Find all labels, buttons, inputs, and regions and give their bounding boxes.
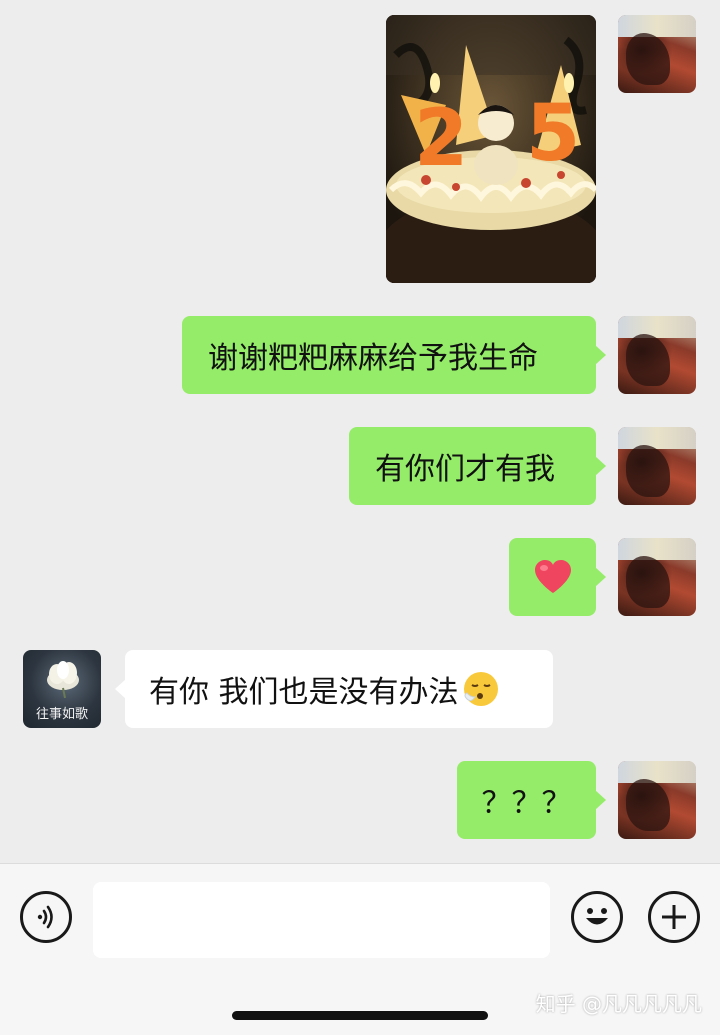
sighing-face-emoji xyxy=(463,672,498,706)
more-button[interactable] xyxy=(648,891,700,943)
birthday-cake-photo: 2 5 xyxy=(386,15,596,283)
emoji-button[interactable] xyxy=(571,891,623,943)
chat-history[interactable]: 2 5 谢谢粑粑麻麻给予我生命 有你们才有我 往事如歌 有你 我们也是没有办法 … xyxy=(0,0,720,863)
message-input[interactable] xyxy=(93,882,550,958)
message-text: 谢谢粑粑麻麻给予我生命 xyxy=(208,341,538,376)
voice-icon xyxy=(37,905,53,929)
input-bar: 知乎 @凡凡凡凡凡 xyxy=(0,863,720,1035)
message-bubble-self[interactable]: 有你们才有我 xyxy=(349,427,606,505)
avatar-caption: 往事如歌 xyxy=(35,707,88,722)
home-indicator[interactable] xyxy=(232,1011,488,1020)
self-avatar[interactable] xyxy=(618,538,696,616)
message-bubble-self[interactable] xyxy=(509,538,606,616)
heart-emoji xyxy=(534,560,571,593)
candle-two: 2 xyxy=(414,94,468,184)
plus-icon xyxy=(662,905,686,929)
candle-five: 5 xyxy=(526,89,580,179)
message-bubble-self[interactable]: ？？？ xyxy=(457,761,606,839)
message-bubble-self[interactable]: 谢谢粑粑麻麻给予我生命 xyxy=(182,316,606,394)
message-text: ？？？ xyxy=(481,786,572,821)
message-text: 有你 我们也是没有办法 xyxy=(149,675,459,710)
self-avatar[interactable] xyxy=(618,316,696,394)
flower-icon xyxy=(47,661,79,698)
message-text: 有你们才有我 xyxy=(375,452,555,487)
self-avatar[interactable] xyxy=(618,427,696,505)
message-image[interactable]: 2 5 xyxy=(386,15,596,283)
self-avatar[interactable] xyxy=(618,15,696,93)
smiley-icon xyxy=(586,908,608,925)
message-bubble-other[interactable]: 有你 我们也是没有办法 xyxy=(115,650,553,728)
contact-avatar[interactable]: 往事如歌 xyxy=(23,650,101,728)
voice-button[interactable] xyxy=(20,891,72,943)
self-avatar[interactable] xyxy=(618,761,696,839)
watermark: 知乎 @凡凡凡凡凡 xyxy=(535,992,702,1016)
